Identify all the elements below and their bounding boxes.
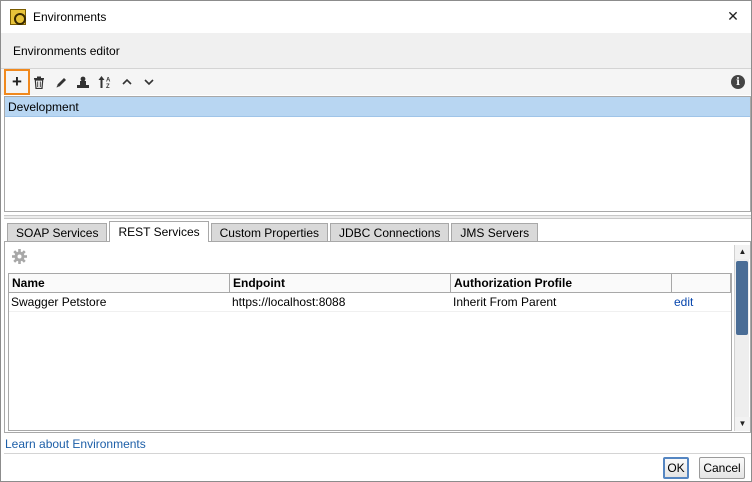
tab-custom-properties[interactable]: Custom Properties [210,223,328,242]
scrollbar-thumb[interactable] [736,261,748,335]
pane-splitter[interactable] [4,215,751,219]
environment-list[interactable]: Development [4,96,751,212]
window-title: Environments [33,10,107,24]
header-band: Environments editor [1,33,751,69]
tab-jms-servers[interactable]: JMS Servers [451,223,539,242]
tab-jdbc-connections[interactable]: JDBC Connections [330,223,450,242]
column-header-name[interactable]: Name [9,274,230,292]
environments-dialog: Environments ✕ Environments editor + AZ … [0,0,752,482]
column-header-authorization-profile[interactable]: Authorization Profile [451,274,672,292]
close-button[interactable]: ✕ [721,5,745,27]
scroll-down-arrow-icon[interactable]: ▼ [735,417,750,431]
learn-about-environments-link[interactable]: Learn about Environments [5,437,146,451]
clone-icon[interactable] [72,71,94,93]
service-tabs: SOAP Services REST Services Custom Prope… [7,221,540,242]
app-logo-icon [10,9,26,25]
svg-text:A: A [106,78,111,84]
cell-endpoint: https://localhost:8088 [232,295,346,309]
gear-icon[interactable] [11,248,29,266]
editor-heading: Environments editor [13,44,120,58]
add-environment-button[interactable]: + [4,69,30,95]
info-icon[interactable]: i [727,71,749,93]
tab-rest-services[interactable]: REST Services [109,221,209,242]
table-scrollbar[interactable]: ▲ ▼ [734,245,750,431]
title-bar: Environments ✕ [1,1,751,33]
tab-soap-services[interactable]: SOAP Services [7,223,108,242]
environments-toolbar: + AZ i [1,69,751,95]
pencil-icon[interactable] [50,71,72,93]
ok-button[interactable]: OK [663,457,689,479]
table-row[interactable]: Swagger Petstore https://localhost:8088 … [9,293,731,312]
move-up-icon[interactable] [116,71,138,93]
scroll-up-arrow-icon[interactable]: ▲ [735,245,750,259]
footer-divider [4,453,751,454]
column-header-action [672,274,731,292]
cell-authorization-profile: Inherit From Parent [453,295,557,309]
table-header: Name Endpoint Authorization Profile [9,274,731,293]
svg-text:Z: Z [106,84,110,89]
rest-services-table: Name Endpoint Authorization Profile Swag… [8,273,732,431]
cancel-button[interactable]: Cancel [699,457,745,479]
move-down-icon[interactable] [138,71,160,93]
edit-link[interactable]: edit [672,293,731,311]
cell-name: Swagger Petstore [11,295,107,309]
info-glyph: i [731,75,745,89]
column-header-endpoint[interactable]: Endpoint [230,274,451,292]
environment-item[interactable]: Development [5,97,750,117]
sort-icon[interactable]: AZ [94,71,116,93]
delete-icon[interactable] [28,71,50,93]
rest-services-panel: Name Endpoint Authorization Profile Swag… [4,241,751,433]
